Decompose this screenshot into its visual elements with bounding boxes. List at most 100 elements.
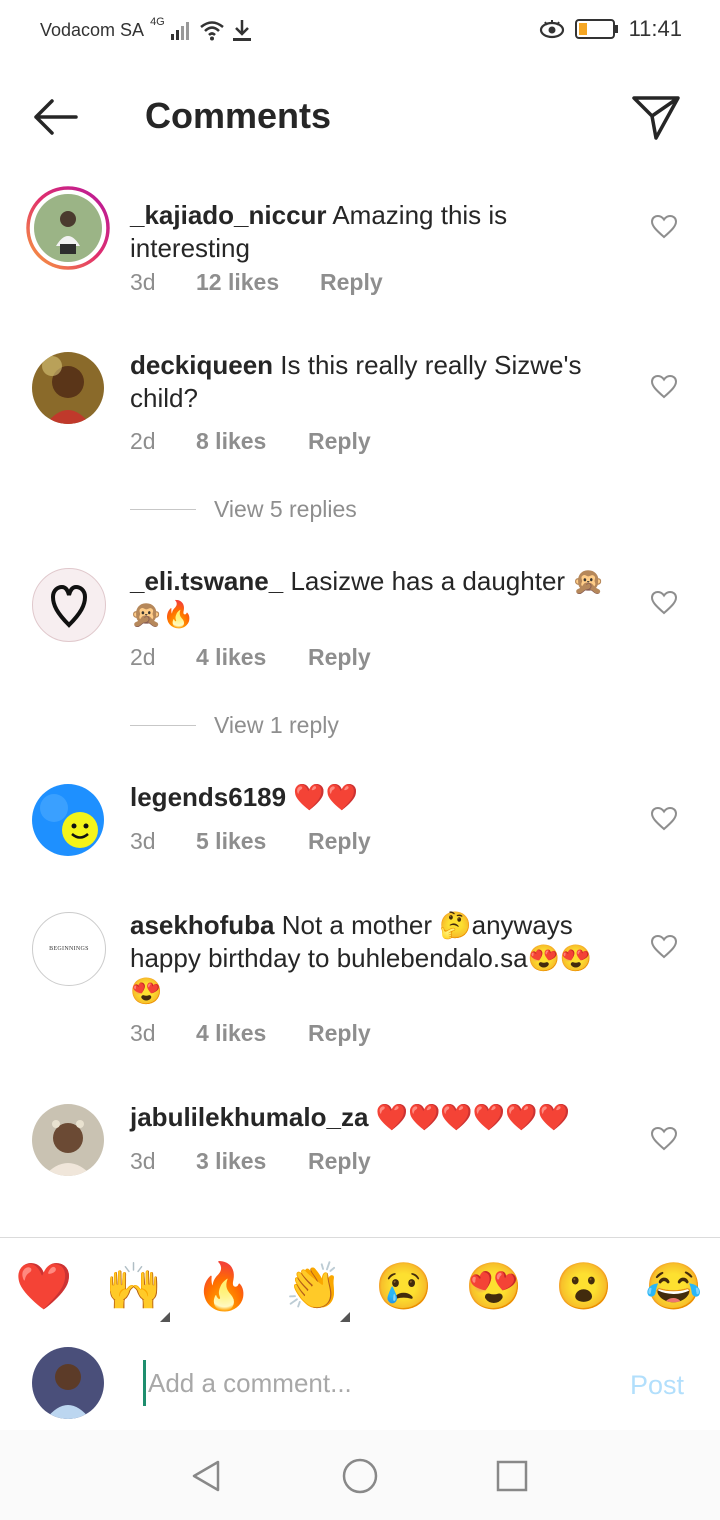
battery-icon [574,19,618,39]
comment-meta: 2d 8 likes Reply [130,428,371,455]
current-user-avatar [32,1347,104,1419]
like-button[interactable] [650,1126,678,1152]
clock: 11:41 [628,16,682,41]
comment-meta: 3d 5 likes Reply [130,828,371,855]
comment-text: jabulilekhumalo_za ❤️❤️❤️❤️❤️❤️ [130,1101,610,1134]
reply-button[interactable]: Reply [308,1148,371,1175]
comment-composer: Post [0,1334,720,1430]
heart-logo-icon [50,584,88,628]
avatar[interactable] [32,568,106,642]
heart-outline-icon [650,934,678,959]
comment-likes[interactable]: 12 likes [196,269,320,296]
comment-item: _kajiado_niccur Amazing this is interest… [0,182,720,312]
heart-outline-icon [650,806,678,831]
download-icon [232,20,251,41]
comment-username[interactable]: legends6189 [130,782,286,812]
like-button[interactable] [650,806,678,832]
reply-button[interactable]: Reply [308,428,371,455]
view-replies-button[interactable]: View 1 reply [130,712,339,739]
paper-plane-icon [632,96,680,140]
comment-item: legends6189 ❤️❤️ 3d 5 likes Reply [0,774,720,874]
comment-time: 3d [130,828,156,854]
comment-body: ❤️❤️ [293,782,359,812]
comment-meta: 2d 4 likes Reply [130,644,371,671]
comment-username[interactable]: _kajiado_niccur [130,200,327,230]
emoji-clapping-hands-glyph: 👏 [285,1260,343,1312]
comment-likes[interactable]: 3 likes [196,1148,308,1175]
avatar[interactable] [32,1104,104,1176]
square-recents-icon [496,1460,528,1492]
header: Comments [0,62,720,172]
eye-icon [539,20,564,39]
emoji-fire[interactable]: 🔥 [194,1256,254,1316]
emoji-clapping-hands[interactable]: 👏 [284,1256,350,1322]
avatar[interactable] [26,186,110,270]
back-button[interactable] [28,92,82,142]
page-title: Comments [145,95,332,136]
network-type: 4G [150,16,165,28]
emoji-tears-of-joy[interactable]: 😂 [644,1256,704,1316]
skin-tone-indicator-icon [160,1312,170,1322]
comment-item: deckiqueen Is this really really Sizwe's… [0,342,720,532]
avatar-label: BEGINNINGS [49,946,89,952]
like-button[interactable] [650,374,678,400]
comments-list[interactable]: _kajiado_niccur Amazing this is interest… [0,172,720,1236]
comment-body: ❤️❤️❤️❤️❤️❤️ [375,1102,570,1132]
status-left: Vodacom SA 4G [40,16,253,42]
wifi-icon [199,21,224,41]
comment-text: legends6189 ❤️❤️ [130,781,610,814]
view-replies-label: View 1 reply [214,712,339,738]
avatar[interactable] [32,784,104,856]
reply-button[interactable]: Reply [308,828,371,855]
triangle-back-icon [192,1460,220,1492]
emoji-raising-hands[interactable]: 🙌 [104,1256,170,1322]
comment-username[interactable]: _eli.tswane_ [130,566,283,596]
comment-username[interactable]: jabulilekhumalo_za [130,1102,368,1132]
comment-username[interactable]: asekhofuba [130,910,275,940]
emoji-quick-bar: ❤️ 🙌 🔥 👏 😢 😍 😮 😂 [0,1237,720,1335]
comment-meta: 3d 4 likes Reply [130,1020,371,1047]
view-replies-label: View 5 replies [214,496,357,522]
heart-outline-icon [650,590,678,615]
comment-text: deckiqueen Is this really really Sizwe's… [130,349,610,415]
status-right: 11:41 [539,16,682,42]
comment-meta: 3d 3 likes Reply [130,1148,371,1175]
emoji-red-heart[interactable]: ❤️ [14,1256,74,1316]
reply-button[interactable]: Reply [320,269,383,296]
comment-likes[interactable]: 8 likes [196,428,308,455]
post-button[interactable]: Post [630,1370,684,1401]
like-button[interactable] [650,214,678,240]
comment-text: _eli.tswane_ Lasizwe has a daughter 🙊🙊🔥 [130,565,610,631]
share-button[interactable] [630,92,682,142]
divider [130,725,196,726]
comment-input[interactable] [143,1360,610,1406]
comment-meta: 3d 12 likes Reply [130,269,383,296]
nav-back-button[interactable] [186,1456,226,1496]
avatar[interactable]: BEGINNINGS [32,912,106,986]
comment-item: BEGINNINGS asekhofuba Not a mother 🤔anyw… [0,902,720,1072]
like-button[interactable] [650,590,678,616]
comment-time: 3d [130,1148,156,1174]
comment-time: 3d [130,269,156,295]
heart-outline-icon [650,374,678,399]
reply-button[interactable]: Reply [308,1020,371,1047]
emoji-crying-face[interactable]: 😢 [374,1256,434,1316]
arrow-left-icon [34,99,78,135]
avatar[interactable] [32,352,104,424]
nav-recents-button[interactable] [492,1456,532,1496]
comment-username[interactable]: deckiqueen [130,350,273,380]
like-button[interactable] [650,934,678,960]
divider [130,509,196,510]
signal-icon [170,22,189,40]
comment-likes[interactable]: 4 likes [196,644,308,671]
emoji-heart-eyes[interactable]: 😍 [464,1256,524,1316]
heart-outline-icon [650,1126,678,1151]
comment-likes[interactable]: 4 likes [196,1020,308,1047]
system-navigation-bar [0,1430,720,1520]
comment-time: 3d [130,1020,156,1046]
nav-home-button[interactable] [340,1456,380,1496]
view-replies-button[interactable]: View 5 replies [130,496,357,523]
comment-likes[interactable]: 5 likes [196,828,308,855]
emoji-surprised-face[interactable]: 😮 [554,1256,614,1316]
reply-button[interactable]: Reply [308,644,371,671]
